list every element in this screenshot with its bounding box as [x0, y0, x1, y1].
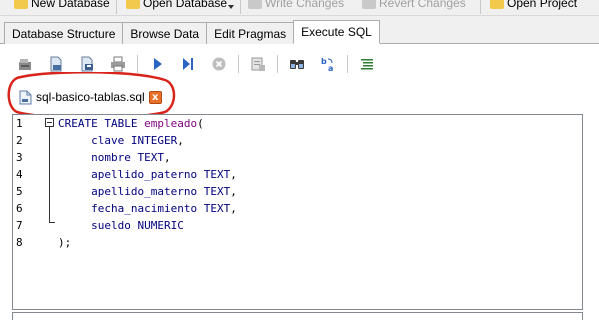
code-line: apellido_materno TEXT, [91, 185, 237, 198]
save-sql-file-button[interactable] [76, 54, 98, 74]
tab-database-structure[interactable]: Database Structure [4, 22, 123, 44]
find-button[interactable] [286, 54, 308, 74]
sql-editor[interactable]: 1 2 3 4 5 6 7 8 CREATE TABLE empleado( c… [12, 114, 583, 310]
execute-all-icon [154, 58, 162, 70]
code-line: ); [58, 236, 72, 249]
write-changes-button[interactable]: Write Changes [248, 0, 344, 11]
code-line: sueldo NUMERIC [91, 219, 184, 232]
sql-toolbar: ba [14, 54, 387, 74]
toolbar-divider [277, 55, 278, 73]
stop-button[interactable] [208, 54, 230, 74]
line-number: 4 [16, 168, 23, 181]
comment-icon [361, 59, 373, 70]
open-project-icon [490, 0, 504, 9]
code-line: apellido_paterno TEXT, [91, 168, 237, 181]
main-toolbar: New Database Open Database Write Changes… [0, 0, 599, 16]
stop-icon [212, 57, 226, 71]
code-line: fecha_nacimiento TEXT, [91, 202, 237, 215]
write-changes-icon [248, 0, 262, 9]
code-line: clave INTEGER, [91, 134, 184, 147]
new-database-button[interactable]: New Database [14, 0, 110, 11]
svg-text:a: a [328, 64, 333, 72]
open-database-button[interactable]: Open Database [126, 0, 227, 11]
results-pane [12, 312, 583, 320]
line-number: 1 [16, 117, 23, 130]
open-database-icon [126, 0, 140, 9]
toolbar-divider [116, 0, 117, 14]
open-tab-button[interactable] [14, 54, 36, 74]
code-line: CREATE TABLE empleado( [58, 117, 204, 130]
new-database-icon [14, 0, 28, 9]
tab-browse-data[interactable]: Browse Data [122, 22, 207, 44]
toolbar-divider [137, 55, 138, 73]
execute-line-button[interactable] [177, 54, 199, 74]
fold-guide-end [49, 222, 55, 223]
line-number: 7 [16, 219, 23, 232]
toolbar-divider [238, 55, 239, 73]
open-tab-icon [19, 59, 31, 70]
tab-execute-sql[interactable]: Execute SQL [293, 20, 380, 44]
toolbar-divider [347, 55, 348, 73]
line-number-gutter: 1 2 3 4 5 6 7 8 [13, 115, 55, 309]
line-number: 8 [16, 236, 23, 249]
comment-button[interactable] [356, 54, 378, 74]
fold-guide [49, 127, 50, 222]
find-replace-icon: ba [321, 57, 333, 72]
svg-text:b: b [321, 57, 327, 66]
toolbar-divider [240, 0, 241, 14]
annotation-ellipse [7, 72, 176, 118]
open-project-button[interactable]: Open Project [490, 0, 577, 11]
find-replace-button[interactable]: ba [317, 54, 339, 74]
line-number: 5 [16, 185, 23, 198]
revert-changes-icon [362, 0, 376, 9]
fold-toggle-icon[interactable] [45, 118, 54, 127]
print-button[interactable] [107, 54, 129, 74]
tab-edit-pragmas[interactable]: Edit Pragmas [206, 22, 294, 44]
execute-all-button[interactable] [146, 54, 168, 74]
save-results-icon [251, 57, 265, 71]
toolbar-divider [480, 0, 481, 14]
open-database-dropdown-icon[interactable] [228, 5, 234, 9]
open-sql-file-icon [50, 56, 62, 72]
code-line: nombre TEXT, [91, 151, 171, 164]
line-number: 6 [16, 202, 23, 215]
line-number: 2 [16, 134, 23, 147]
find-icon [290, 60, 304, 69]
save-results-button[interactable] [247, 54, 269, 74]
revert-changes-button[interactable]: Revert Changes [362, 0, 466, 11]
save-sql-file-icon [81, 56, 93, 72]
main-tabs: Database Structure Browse Data Edit Prag… [4, 20, 380, 44]
line-number: 3 [16, 151, 23, 164]
open-sql-file-button[interactable] [45, 54, 67, 74]
execute-line-icon [183, 58, 193, 70]
print-icon [111, 56, 125, 72]
